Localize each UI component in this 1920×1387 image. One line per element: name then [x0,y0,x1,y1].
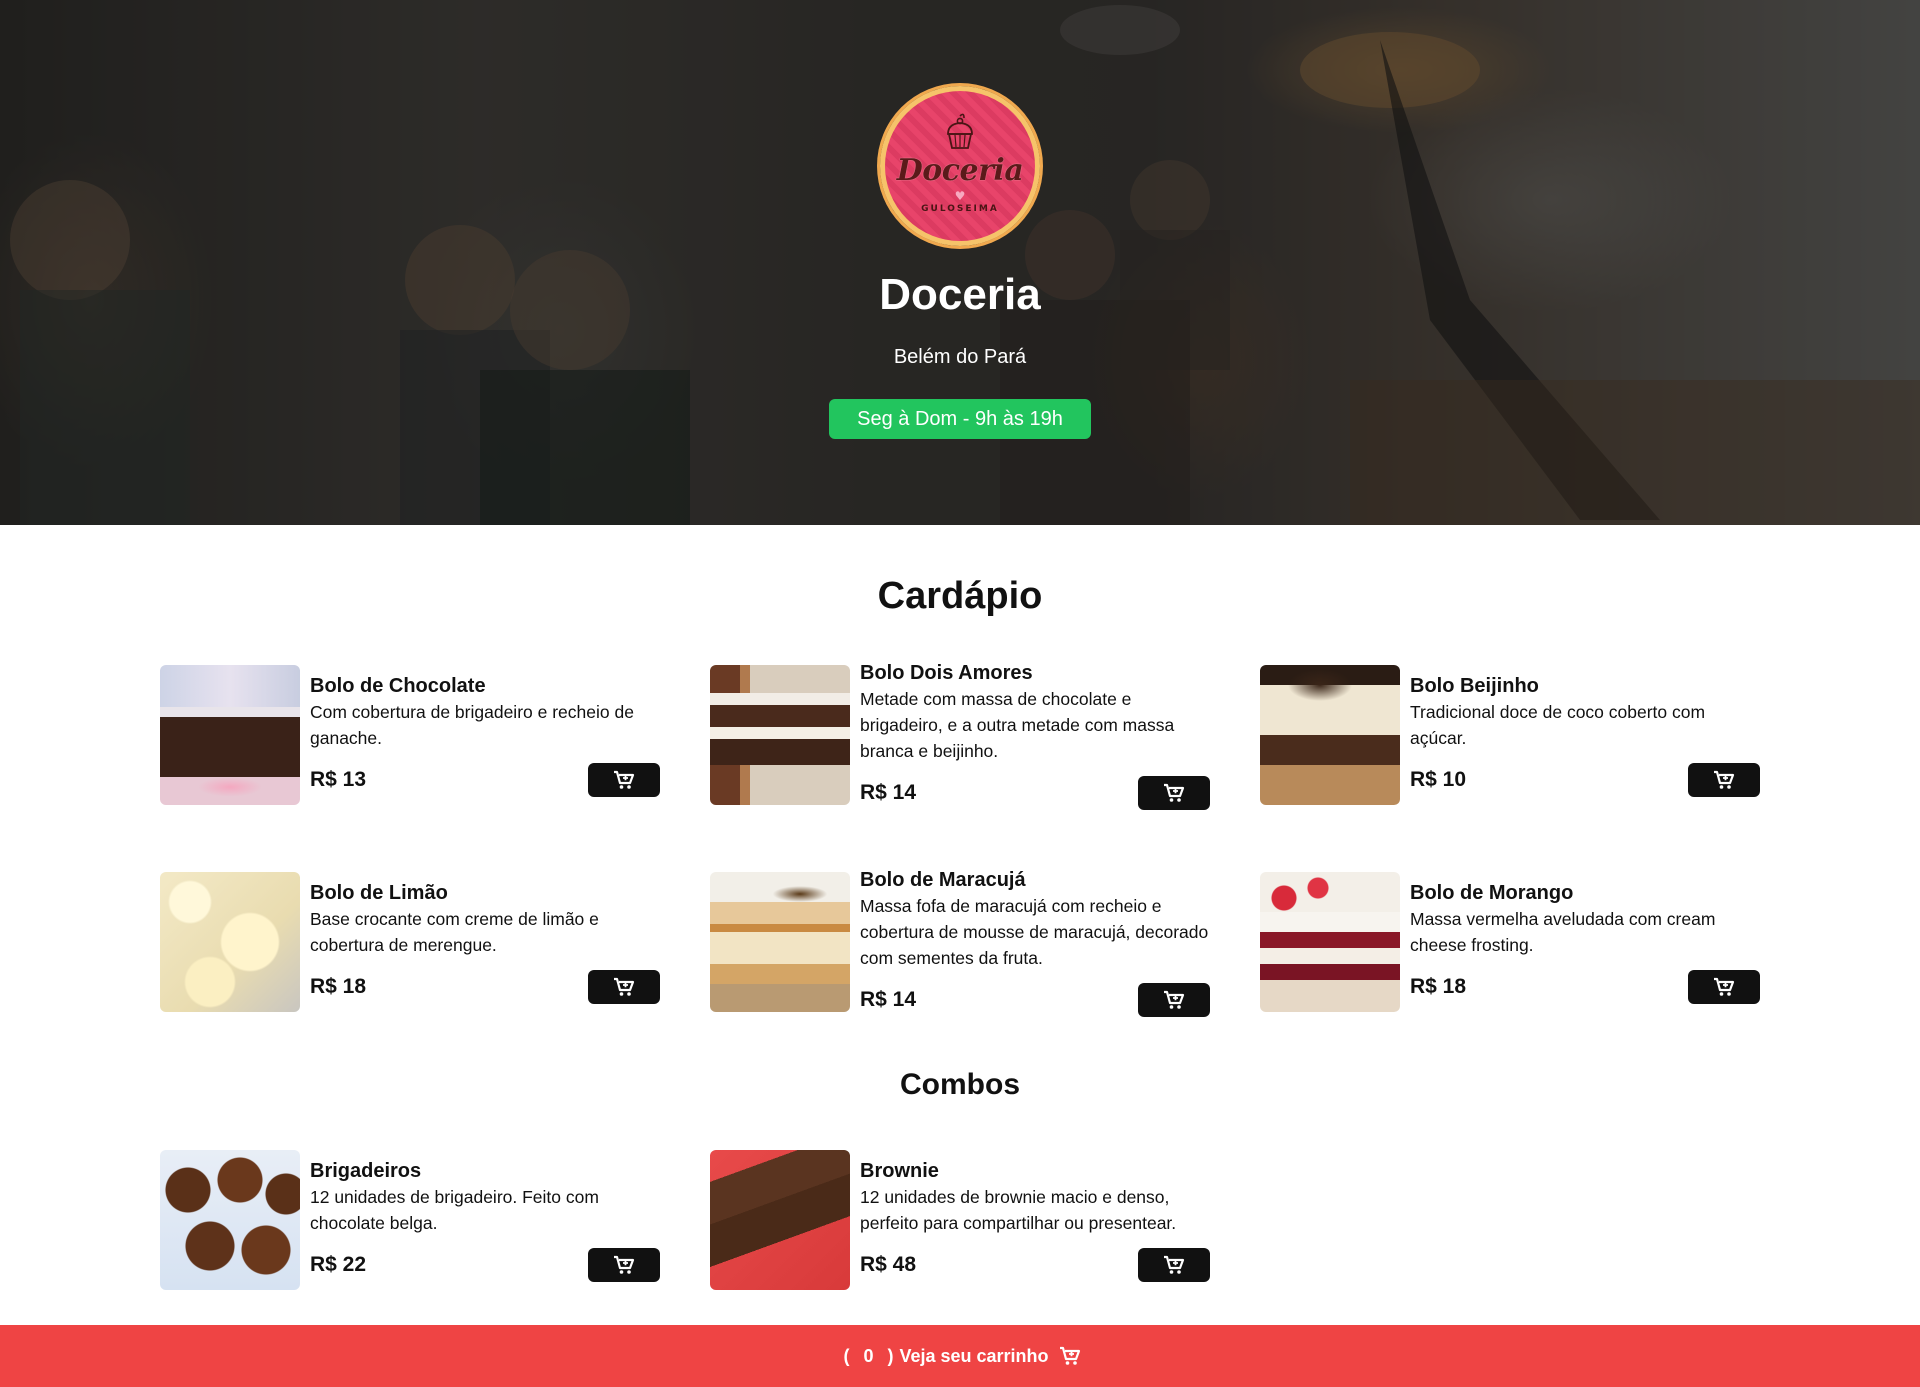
product-image [710,1150,850,1290]
product-description: Base crocante com creme de limão e cober… [310,909,599,955]
product-image [160,1150,300,1290]
store-name: Doceria [879,270,1041,319]
store-location: Belém do Pará [893,346,1027,368]
menu-item-card: Bolo de Morango Massa vermelha aveludada… [1260,872,1760,1012]
product-description: Massa vermelha aveludada com cream chees… [1410,909,1716,955]
product-price: R$ 14 [860,781,917,804]
cart-icon [614,1255,635,1274]
product-description: Metade com massa de chocolate e brigadei… [860,689,1175,761]
add-to-cart-button[interactable] [1688,763,1760,797]
product-description: Tradicional doce de coco coberto com açú… [1410,702,1706,748]
add-to-cart-button[interactable] [1138,1248,1210,1282]
cart-count: 0 [863,1345,874,1366]
menu-item-card: Bolo Beijinho Tradicional doce de coco c… [1260,665,1760,805]
hero-overlay [0,0,1920,525]
cart-icon [1059,1346,1080,1365]
product-name: Brigadeiros [310,1160,422,1182]
cart-count-open-paren: ( [843,1345,850,1366]
hero-banner: Doceria ♥ GULOSEIMA Doceria Belém do Par… [0,0,1920,525]
combos-section-title: Combos [900,1068,1020,1101]
menu-item-card: Bolo Dois Amores Metade com massa de cho… [710,662,1210,810]
product-name: Bolo de Morango [1410,882,1574,904]
menu-item-card: Bolo de Limão Base crocante com creme de… [160,872,660,1012]
cart-icon [1164,1255,1185,1274]
product-description: Com cobertura de brigadeiro e recheio de… [310,702,634,748]
product-price: R$ 14 [860,988,917,1011]
product-price: R$ 18 [1410,975,1467,998]
product-image [160,665,300,805]
cart-count-close-paren: ) [887,1345,894,1366]
cart-icon [1714,770,1735,789]
heart-icon: ♥ [954,189,966,203]
add-to-cart-button[interactable] [1138,983,1210,1017]
opening-hours-badge: Seg à Dom - 9h às 19h [829,399,1091,439]
view-cart-label: Veja seu carrinho [899,1345,1049,1366]
add-to-cart-button[interactable] [1138,776,1210,810]
cart-icon [1164,783,1185,802]
product-price: R$ 22 [310,1253,367,1276]
menu-item-card: Bolo de Maracujá Massa fofa de maracujá … [710,869,1210,1017]
add-to-cart-button[interactable] [588,1248,660,1282]
product-name: Bolo de Maracujá [860,869,1026,891]
product-description: Massa fofa de maracujá com recheio e cob… [860,896,1209,968]
product-description: 12 unidades de brigadeiro. Feito com cho… [310,1187,599,1233]
cart-icon [1164,990,1185,1009]
logo-subtitle: GULOSEIMA [921,204,999,214]
cart-icon [614,977,635,996]
add-to-cart-button[interactable] [588,763,660,797]
product-price: R$ 18 [310,975,367,998]
view-cart-bar[interactable]: ( 0 ) Veja seu carrinho [0,1325,1920,1387]
product-price: R$ 48 [860,1253,917,1276]
product-image [160,872,300,1012]
product-name: Bolo Beijinho [1410,675,1539,697]
menu-section-title: Cardápio [877,575,1043,617]
combo-item-card: Brigadeiros 12 unidades de brigadeiro. F… [160,1150,660,1290]
product-name: Bolo de Limão [310,882,448,904]
product-image [710,665,850,805]
cart-icon [1714,977,1735,996]
logo-title: Doceria [896,153,1024,188]
product-image [1260,665,1400,805]
product-name: Brownie [860,1160,939,1182]
add-to-cart-button[interactable] [588,970,660,1004]
cart-icon [614,770,635,789]
product-image [1260,872,1400,1012]
brand-logo: Doceria ♥ GULOSEIMA [880,86,1040,246]
menu-item-card: Bolo de Chocolate Com cobertura de briga… [160,665,660,805]
product-price: R$ 10 [1410,768,1467,791]
product-image [710,872,850,1012]
product-name: Bolo de Chocolate [310,675,486,697]
cupcake-icon [947,113,973,149]
product-price: R$ 13 [310,768,367,791]
combo-item-card: Brownie 12 unidades de brownie macio e d… [710,1150,1210,1290]
product-name: Bolo Dois Amores [860,662,1033,684]
product-description: 12 unidades de brownie macio e denso, pe… [860,1187,1177,1233]
add-to-cart-button[interactable] [1688,970,1760,1004]
